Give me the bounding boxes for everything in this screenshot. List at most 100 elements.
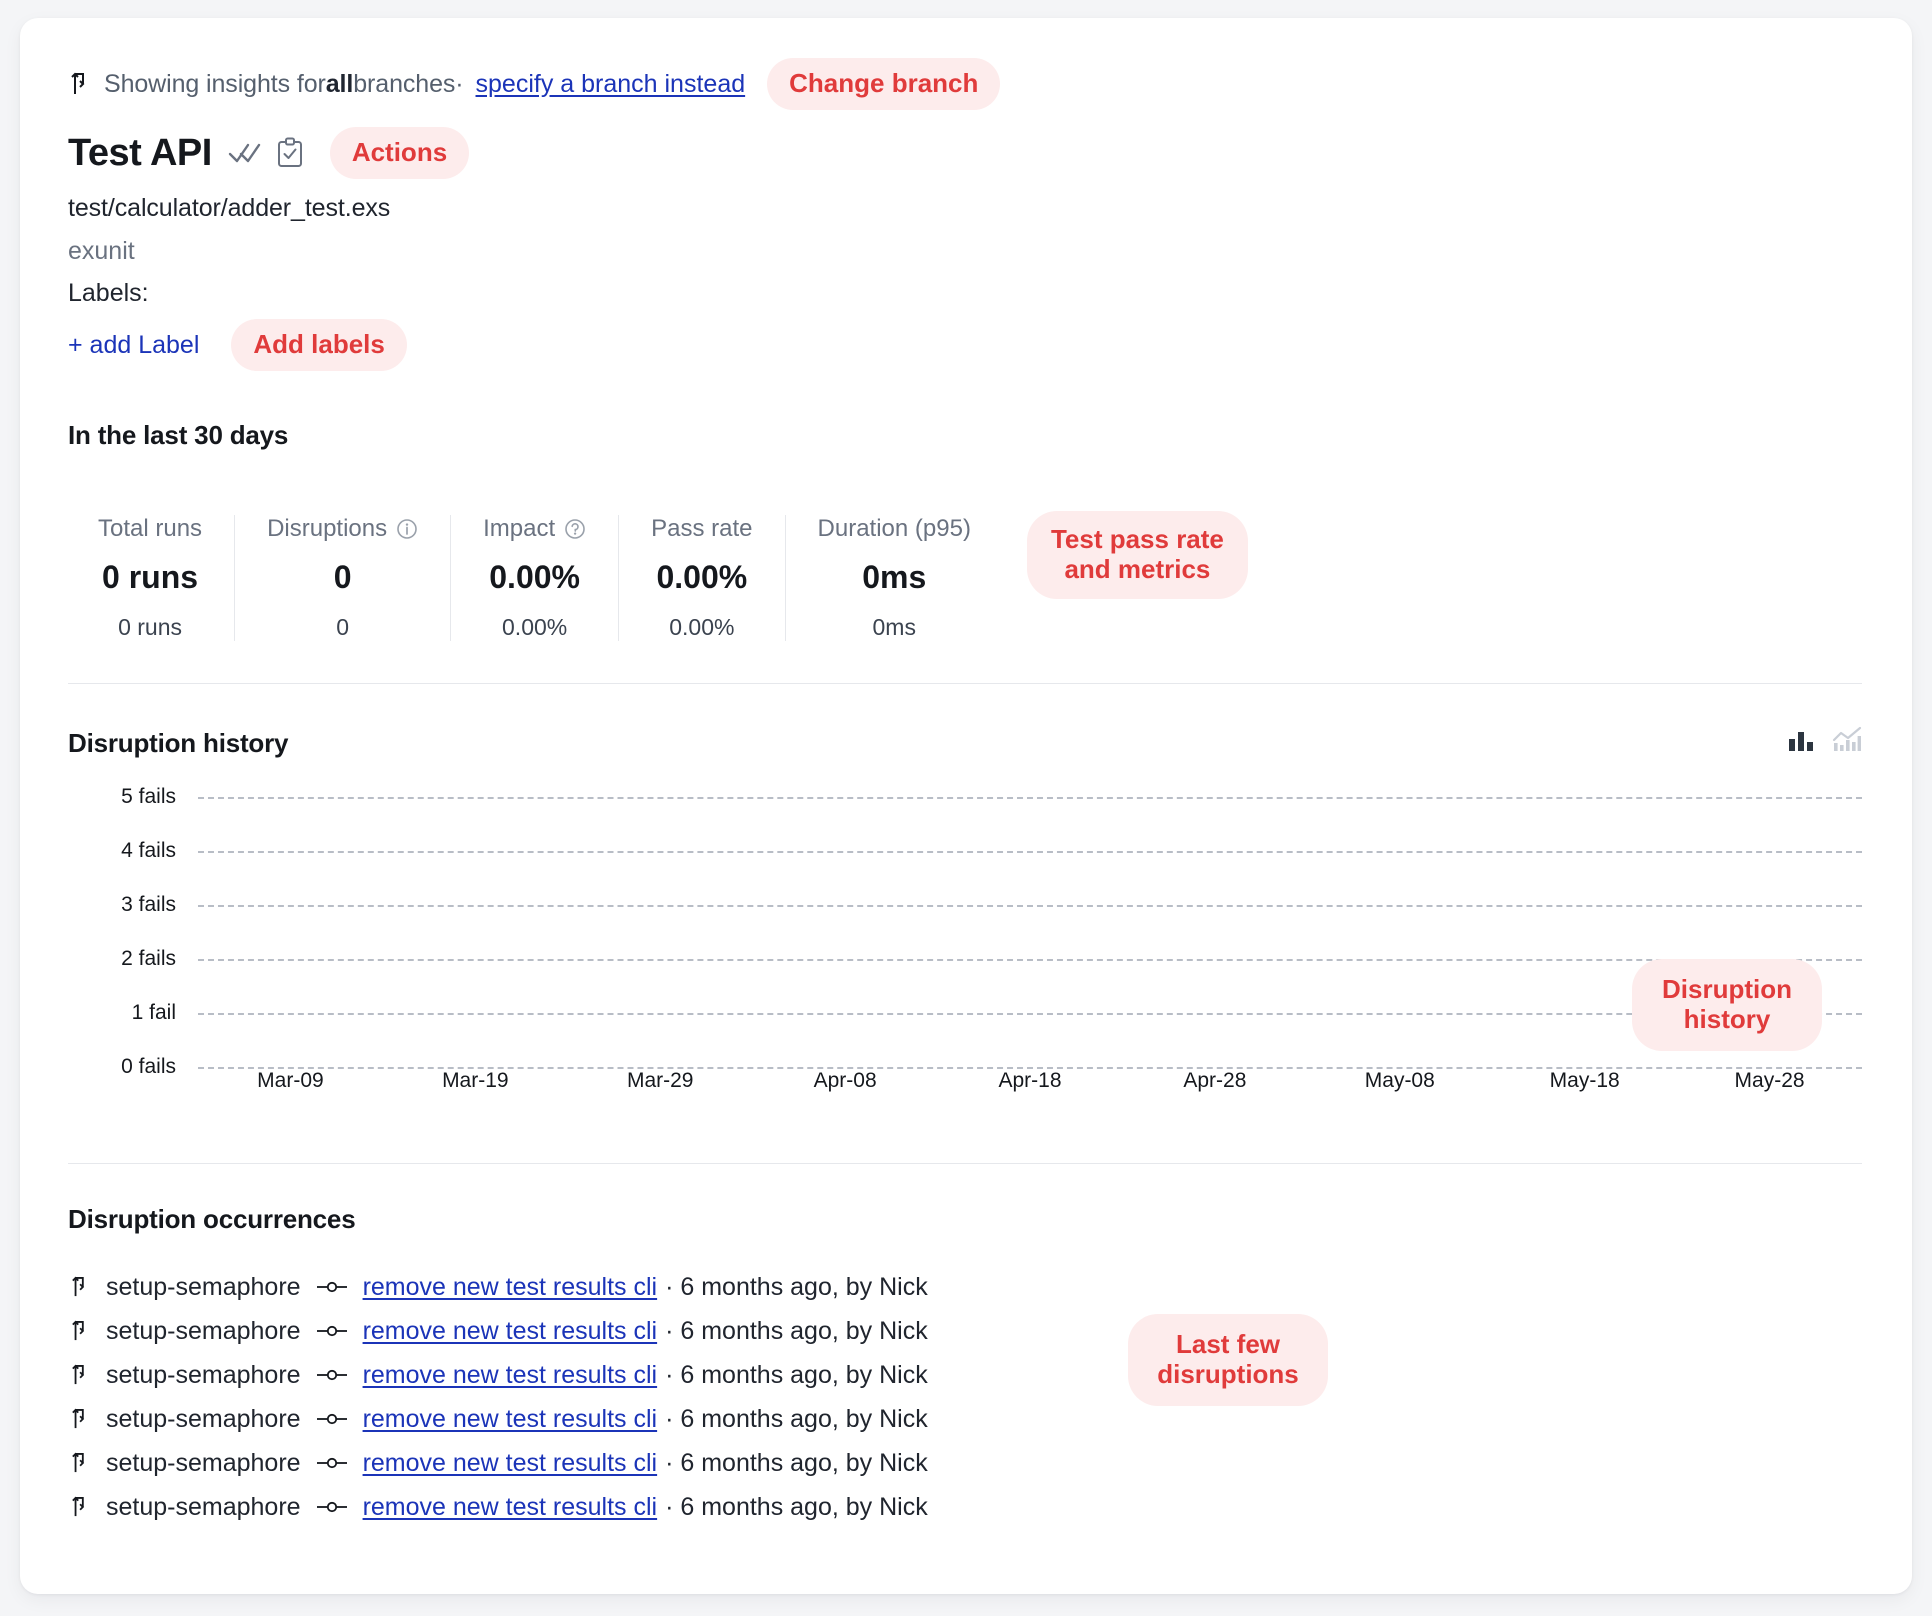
metric-label: Total runs (98, 515, 203, 542)
metric-value: 0.00% (656, 559, 748, 595)
gridline-3: 3 fails (68, 893, 1862, 916)
metric-pass-rate: Pass rate 0.00% 0.00% (619, 515, 786, 641)
x-tick-label: Apr-28 (1183, 1069, 1247, 1092)
gridline (198, 1012, 1862, 1015)
metric-label: Duration (p95) (817, 515, 971, 542)
line-chart-icon[interactable] (1832, 726, 1862, 761)
commit-icon (315, 1367, 349, 1383)
y-tick-label: 4 fails (121, 838, 176, 862)
occurrence-meta: · 6 months ago, by Nick (665, 1272, 928, 1301)
list-item: setup-semaphore remove new test results … (68, 1397, 1862, 1441)
divider-metrics (68, 683, 1862, 684)
metric-sub: 0.00% (502, 614, 568, 640)
commit-link[interactable]: remove new test results cli (363, 1493, 658, 1522)
double-check-icon (228, 141, 262, 165)
branch-name: setup-semaphore (106, 1404, 301, 1433)
info-icon[interactable] (396, 518, 418, 540)
x-tick-label: Apr-08 (813, 1069, 877, 1092)
list-item: setup-semaphore remove new test results … (68, 1309, 1862, 1353)
metrics-row: Total runs 0 runs 0 runs Disruptions 0 0… (68, 489, 1862, 641)
branch-icon (68, 1496, 94, 1518)
branch-icon (68, 1364, 94, 1386)
gridline-0: 0 fails (68, 1055, 1862, 1078)
y-tick-label: 0 fails (121, 1054, 176, 1078)
x-tick-label: Apr-18 (998, 1069, 1062, 1092)
metric-sub: 0 runs (118, 614, 182, 640)
occurrence-meta: · 6 months ago, by Nick (665, 1448, 928, 1477)
last-few-disruptions-callout: Last few disruptions (1128, 1314, 1328, 1406)
gridline-4: 4 fails (68, 839, 1862, 862)
commit-link[interactable]: remove new test results cli (363, 1317, 658, 1346)
list-item: setup-semaphore remove new test results … (68, 1265, 1862, 1309)
metric-value: 0.00% (489, 559, 580, 595)
list-item: setup-semaphore remove new test results … (68, 1353, 1862, 1397)
metric-disruptions: Disruptions 0 0 (235, 515, 452, 641)
metric-total-runs: Total runs 0 runs 0 runs (68, 515, 236, 641)
insights-card: Showing insights for all branches· speci… (20, 18, 1912, 1594)
actions-callout: Actions (329, 127, 470, 179)
occurrence-meta: · 6 months ago, by Nick (665, 1404, 928, 1433)
metric-sub: 0 (336, 614, 349, 640)
branch-name: setup-semaphore (106, 1448, 301, 1477)
gridline (198, 904, 1862, 907)
branch-notice-suffix: branches· (353, 69, 464, 98)
gridline (198, 958, 1862, 961)
metric-value: 0 runs (102, 559, 199, 595)
change-branch-callout: Change branch (767, 58, 1001, 110)
add-labels-callout: Add labels (231, 319, 407, 371)
commit-link[interactable]: remove new test results cli (363, 1405, 658, 1434)
commit-icon (315, 1323, 349, 1339)
clipboard-check-icon (276, 137, 304, 169)
gridline-2: 2 fails (68, 947, 1862, 970)
y-tick-label: 3 fails (121, 892, 176, 916)
page-background: Showing insights for all branches· speci… (0, 0, 1932, 1616)
commit-icon (315, 1455, 349, 1471)
branch-icon (68, 1452, 94, 1474)
x-tick-label: May-08 (1364, 1069, 1435, 1092)
labels-heading: Labels: (68, 279, 149, 307)
pass-rate-callout: Test pass rate and metrics (1026, 511, 1248, 599)
occurrence-meta: · 6 months ago, by Nick (665, 1492, 928, 1521)
help-icon[interactable] (564, 518, 586, 540)
branch-name: setup-semaphore (106, 1360, 301, 1389)
x-tick-label: May-28 (1734, 1069, 1805, 1092)
x-tick-label: Mar-29 (626, 1069, 694, 1092)
chart-type-toggle (1786, 726, 1862, 761)
x-axis: Mar-09 Mar-19 Mar-29 Apr-08 Apr-18 Apr-2… (198, 1069, 1862, 1093)
metrics-heading: In the last 30 days (68, 420, 289, 450)
commit-link[interactable]: remove new test results cli (363, 1449, 658, 1478)
disruption-occurrences-list: setup-semaphore remove new test results … (68, 1265, 1862, 1529)
x-tick-label: May-18 (1549, 1069, 1620, 1092)
metric-value: 0 (333, 559, 352, 595)
gridline (198, 850, 1862, 853)
metrics-group: Total runs 0 runs 0 runs Disruptions 0 0… (68, 515, 1003, 641)
occurrence-meta: · 6 months ago, by Nick (665, 1360, 928, 1389)
bar-chart-icon[interactable] (1786, 726, 1816, 761)
disruption-history-header: Disruption history (68, 726, 1862, 761)
branch-icon (68, 1408, 94, 1430)
branch-icon (68, 1276, 94, 1298)
list-item: setup-semaphore remove new test results … (68, 1485, 1862, 1529)
gridline (198, 796, 1862, 799)
add-label-row: + add Label Add labels (68, 319, 1862, 371)
commit-link[interactable]: remove new test results cli (363, 1361, 658, 1390)
branch-icon (68, 71, 94, 97)
y-tick-label: 1 fail (131, 1000, 176, 1024)
list-item: setup-semaphore remove new test results … (68, 1441, 1862, 1485)
specify-branch-link[interactable]: specify a branch instead (476, 70, 746, 99)
metric-label: Pass rate (651, 515, 753, 542)
divider-chart (68, 1163, 1862, 1164)
branch-name: setup-semaphore (106, 1492, 301, 1521)
metric-value: 0ms (862, 559, 927, 595)
branch-notice: Showing insights for all branches· speci… (68, 58, 1862, 110)
commit-icon (315, 1279, 349, 1295)
metric-label: Impact (483, 515, 556, 542)
metric-sub: 0.00% (669, 614, 735, 640)
disruption-history-chart: 5 fails 4 fails 3 fails 2 fails 1 fail 0… (68, 785, 1862, 1092)
metric-label: Disruptions (267, 515, 388, 542)
add-label-link[interactable]: + add Label (68, 331, 199, 360)
disruption-history-heading: Disruption history (68, 728, 289, 758)
commit-link[interactable]: remove new test results cli (363, 1273, 658, 1302)
metric-sub: 0ms (872, 614, 916, 640)
commit-icon (315, 1499, 349, 1515)
